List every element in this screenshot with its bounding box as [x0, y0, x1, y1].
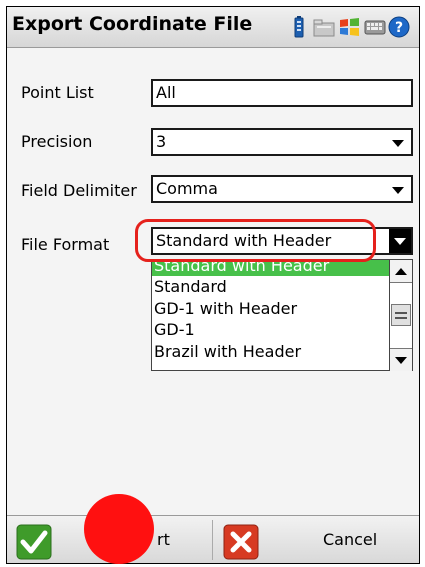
point-list-input[interactable]: All [151, 79, 413, 107]
field-delimiter-value: Comma [156, 179, 218, 198]
list-item-selected[interactable]: Standard with Header [152, 260, 412, 276]
checkmark-icon [16, 524, 52, 560]
cancel-button-label: Cancel [323, 530, 378, 549]
svg-text:?: ? [395, 20, 403, 36]
scroll-down-button[interactable] [390, 348, 412, 371]
page-title: Export Coordinate File [12, 13, 253, 35]
windows-flag-icon[interactable] [338, 16, 360, 38]
scroll-thumb[interactable] [391, 304, 411, 326]
cancel-button[interactable]: Cancel [213, 516, 419, 563]
dropdown-button[interactable] [389, 229, 411, 253]
title-bar: Export Coordinate File ? [7, 7, 419, 48]
list-item[interactable]: GD-1 [152, 319, 412, 341]
list-item[interactable]: Brazil with Header [152, 341, 412, 363]
export-coordinate-file-window: Export Coordinate File ? Point List All … [6, 6, 420, 564]
chevron-down-icon [392, 140, 404, 147]
highlight-outline [135, 219, 376, 262]
scrollbar[interactable] [389, 260, 412, 371]
help-icon[interactable]: ? [388, 16, 410, 38]
export-button-label: rt [157, 530, 170, 549]
chevron-down-icon [395, 357, 407, 364]
folder-icon[interactable] [313, 16, 335, 38]
precision-select[interactable]: 3 [151, 128, 413, 156]
battery-icon[interactable] [289, 16, 311, 38]
file-format-options-list: Standard with Header Standard GD-1 with … [151, 259, 413, 371]
list-item[interactable]: GD-1 with Header [152, 298, 412, 320]
precision-value: 3 [156, 132, 167, 151]
list-item[interactable]: Standard [152, 276, 412, 298]
field-delimiter-label: Field Delimiter [21, 181, 137, 200]
keyboard-icon[interactable] [364, 16, 386, 38]
point-list-label: Point List [21, 83, 94, 102]
chevron-up-icon [395, 268, 407, 275]
chevron-down-icon [394, 238, 406, 245]
field-delimiter-select[interactable]: Comma [151, 175, 413, 203]
red-marker [84, 494, 154, 564]
bottom-bar: rt Cancel [7, 515, 419, 563]
chevron-down-icon [392, 187, 404, 194]
file-format-label: File Format [21, 235, 110, 254]
precision-label: Precision [21, 132, 93, 151]
point-list-value: All [156, 83, 176, 102]
close-icon [223, 524, 259, 560]
scroll-up-button[interactable] [390, 260, 412, 283]
